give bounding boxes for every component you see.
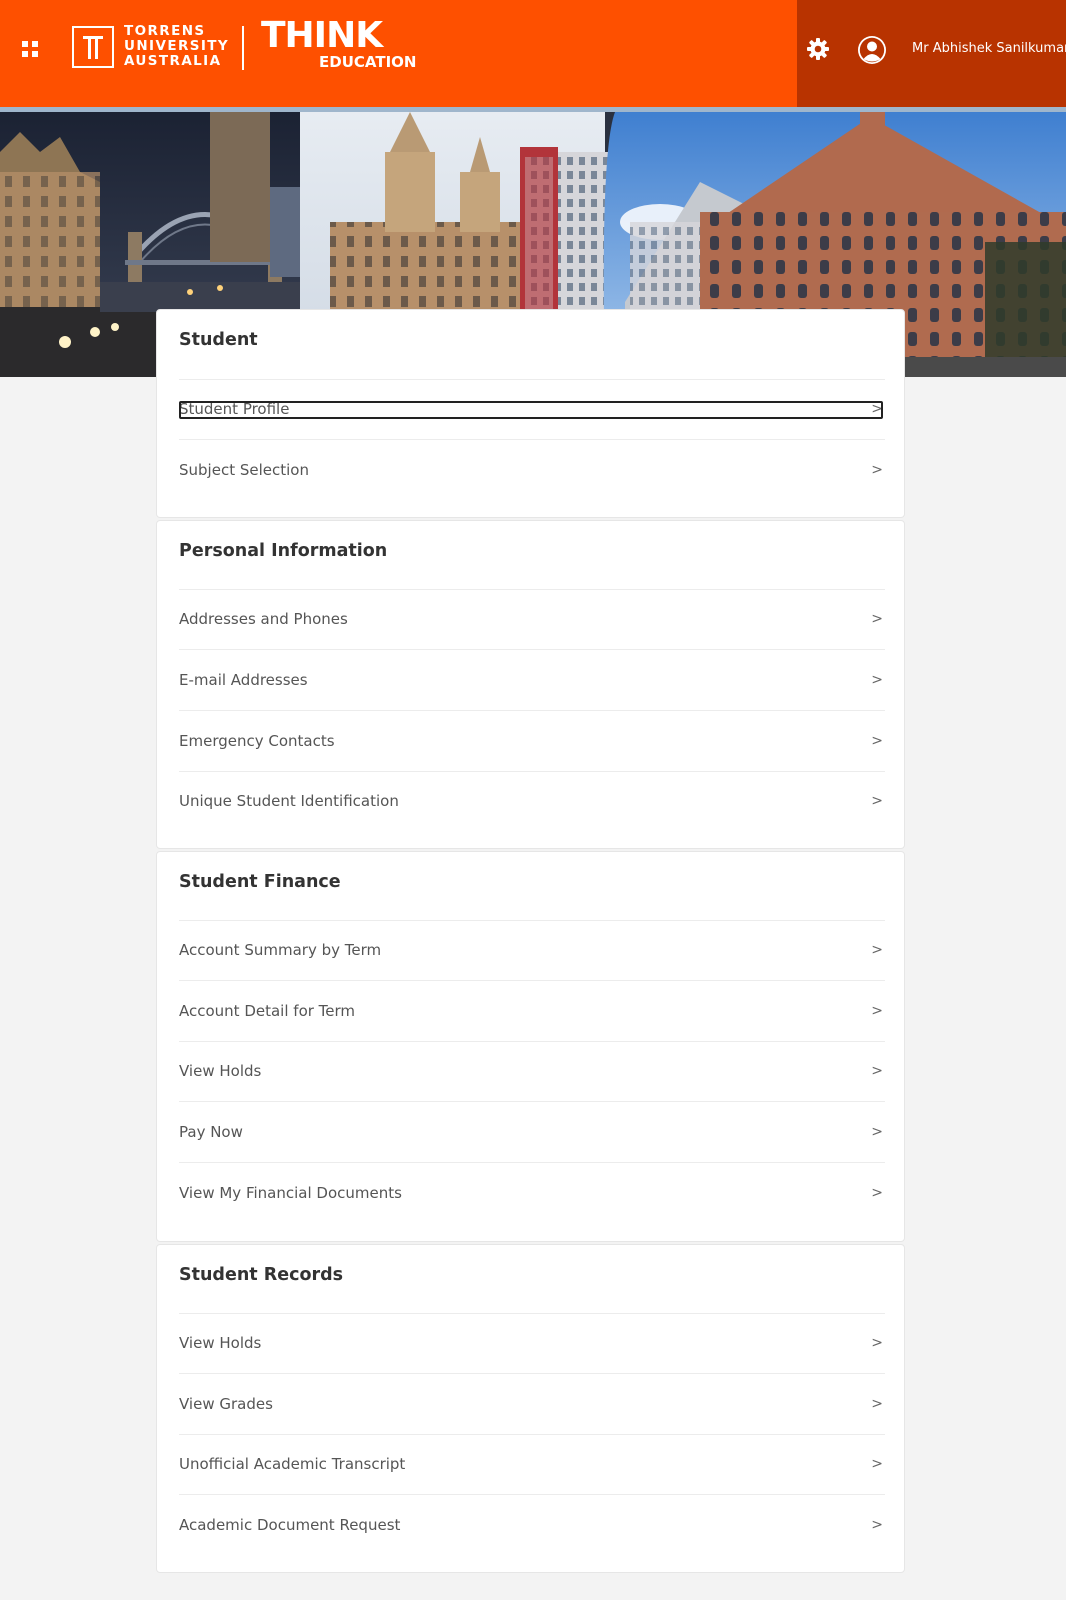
chevron-right-icon: > [871,942,883,958]
student-records-section-card: Student Records View Holds > View Grades… [156,1244,905,1573]
gear-icon[interactable] [806,37,830,61]
menu-item-account-summary-by-term[interactable]: Account Summary by Term > [179,921,885,981]
item-separator [179,1101,885,1102]
university-line-2: UNIVERSITY [124,38,230,54]
menu-item-view-holds-finance[interactable]: View Holds > [179,1042,885,1102]
chevron-right-icon: > [871,462,883,478]
chevron-right-icon: > [871,1124,883,1140]
personal-information-section-card: Personal Information Addresses and Phone… [156,520,905,849]
university-line-3: AUSTRALIA [124,53,222,69]
menu-item-pay-now[interactable]: Pay Now > [179,1103,885,1163]
item-separator [179,710,885,711]
section-title-student-finance: Student Finance [179,872,341,892]
item-separator [179,1162,885,1163]
chevron-right-icon: > [871,1396,883,1412]
menu-item-label: View Grades [179,1395,273,1413]
focus-outline [179,401,883,419]
menu-item-label: E-mail Addresses [179,671,308,689]
student-finance-section-card: Student Finance Account Summary by Term … [156,851,905,1242]
chevron-right-icon: > [871,611,883,627]
menu-item-label: Unique Student Identification [179,792,399,810]
item-separator [179,1373,885,1374]
chevron-right-icon: > [871,672,883,688]
menu-item-label: Academic Document Request [179,1516,401,1534]
item-separator [179,1494,885,1495]
education-logo-text: EDUCATION [319,53,417,71]
menu-item-label: Unofficial Academic Transcript [179,1455,406,1473]
menu-item-subject-selection[interactable]: Subject Selection > [179,441,885,501]
section-title-student-records: Student Records [179,1265,344,1285]
university-name: TORRENS UNIVERSITY AUSTRALIA [124,24,229,69]
menu-item-view-my-financial-documents[interactable]: View My Financial Documents > [179,1164,885,1224]
chevron-right-icon: > [871,1517,883,1533]
menu-item-label: View Holds [179,1334,262,1352]
menu-item-view-grades[interactable]: View Grades > [179,1375,885,1435]
user-avatar-icon[interactable] [857,35,887,65]
chevron-right-icon: > [871,1003,883,1019]
chevron-right-icon: > [871,1335,883,1351]
chevron-right-icon: > [871,1063,883,1079]
apps-grid-icon[interactable] [22,41,38,57]
item-separator [179,439,885,440]
menu-item-unofficial-academic-transcript[interactable]: Unofficial Academic Transcript > [179,1435,885,1495]
menu-item-label: View My Financial Documents [179,1184,402,1202]
logo-divider [242,26,244,70]
menu-item-emergency-contacts[interactable]: Emergency Contacts > [179,712,885,772]
menu-item-account-detail-for-term[interactable]: Account Detail for Term > [179,982,885,1042]
menu-item-label: Addresses and Phones [179,610,348,628]
item-separator [179,649,885,650]
menu-item-addresses-and-phones[interactable]: Addresses and Phones > [179,590,885,650]
menu-item-label: Subject Selection [179,461,309,479]
item-separator [179,980,885,981]
menu-item-label: Pay Now [179,1123,243,1141]
chevron-right-icon: > [871,793,883,809]
chevron-right-icon: > [871,1185,883,1201]
user-name-link[interactable]: Mr Abhishek Sanilkumar [912,40,1066,58]
think-logo-text: THINK [261,15,383,56]
university-line-1: TORRENS [124,23,206,39]
menu-item-label: Account Detail for Term [179,1002,356,1020]
section-title-personal-information: Personal Information [179,541,388,561]
menu-item-unique-student-identification[interactable]: Unique Student Identification > [179,772,885,832]
chevron-right-icon: > [871,733,883,749]
menu-item-academic-document-request[interactable]: Academic Document Request > [179,1496,885,1556]
student-section-card: Student Student Profile > Subject Select… [156,309,905,518]
menu-item-view-holds-records[interactable]: View Holds > [179,1314,885,1374]
menu-item-student-profile[interactable]: Student Profile > [179,380,885,440]
section-title-student: Student [179,330,258,350]
torrens-logo-mark [72,26,114,68]
chevron-right-icon: > [871,1456,883,1472]
menu-item-email-addresses[interactable]: E-mail Addresses > [179,651,885,711]
menu-item-label: Account Summary by Term [179,941,382,959]
menu-item-label: Emergency Contacts [179,732,335,750]
menu-item-label: View Holds [179,1062,262,1080]
